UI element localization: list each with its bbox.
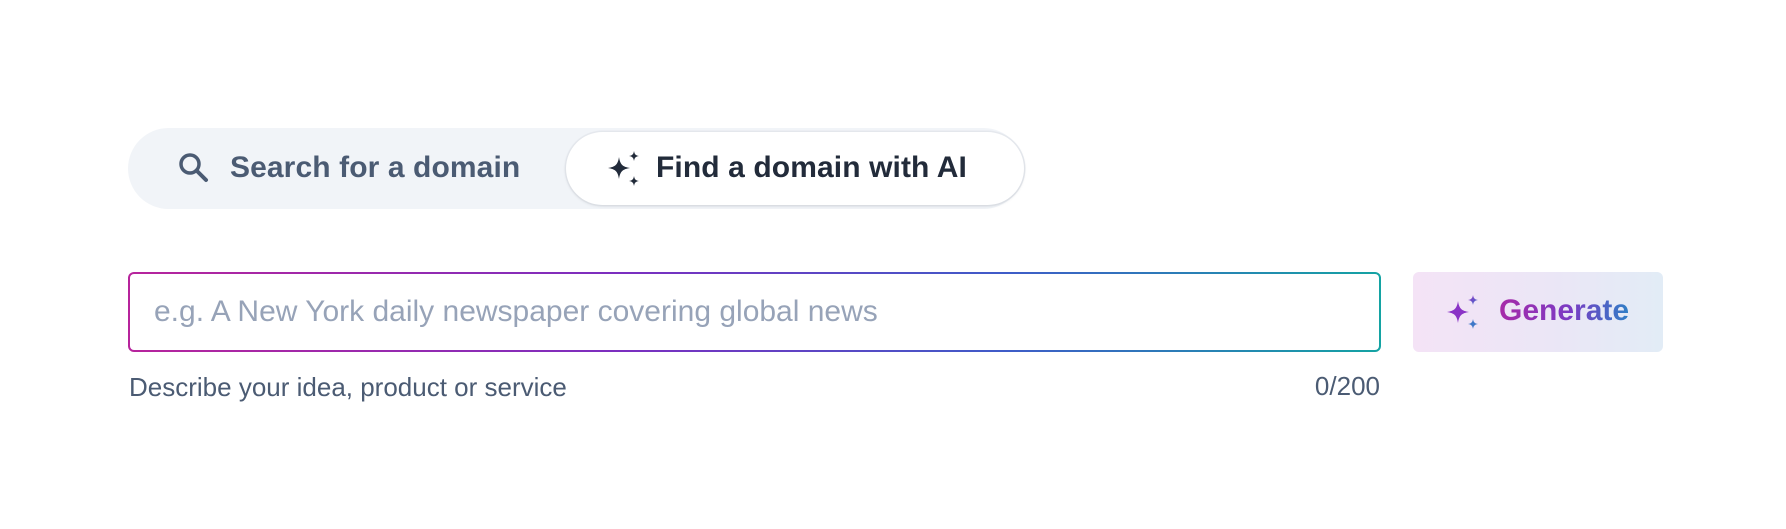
- domain-search-panel: Search for a domain Find a domain with A…: [0, 0, 1786, 529]
- tab-find-domain-ai-label: Find a domain with AI: [656, 151, 967, 184]
- idea-input-frame: [128, 272, 1381, 352]
- char-counter: 0/200: [1314, 371, 1380, 401]
- input-helper-text: Describe your idea, product or service: [129, 372, 567, 402]
- sparkles-icon: [1443, 292, 1483, 332]
- idea-description-input[interactable]: [130, 274, 1379, 350]
- idea-input-container: [130, 274, 1379, 350]
- sparkles-icon: [604, 149, 644, 189]
- tab-find-domain-ai[interactable]: Find a domain with AI: [566, 132, 1024, 205]
- search-icon: [176, 150, 212, 186]
- generate-button[interactable]: Generate: [1413, 272, 1663, 352]
- tab-search-domain-label: Search for a domain: [230, 151, 521, 184]
- search-mode-tabs: Search for a domain Find a domain with A…: [128, 128, 1024, 209]
- generate-button-label: Generate: [1499, 294, 1630, 327]
